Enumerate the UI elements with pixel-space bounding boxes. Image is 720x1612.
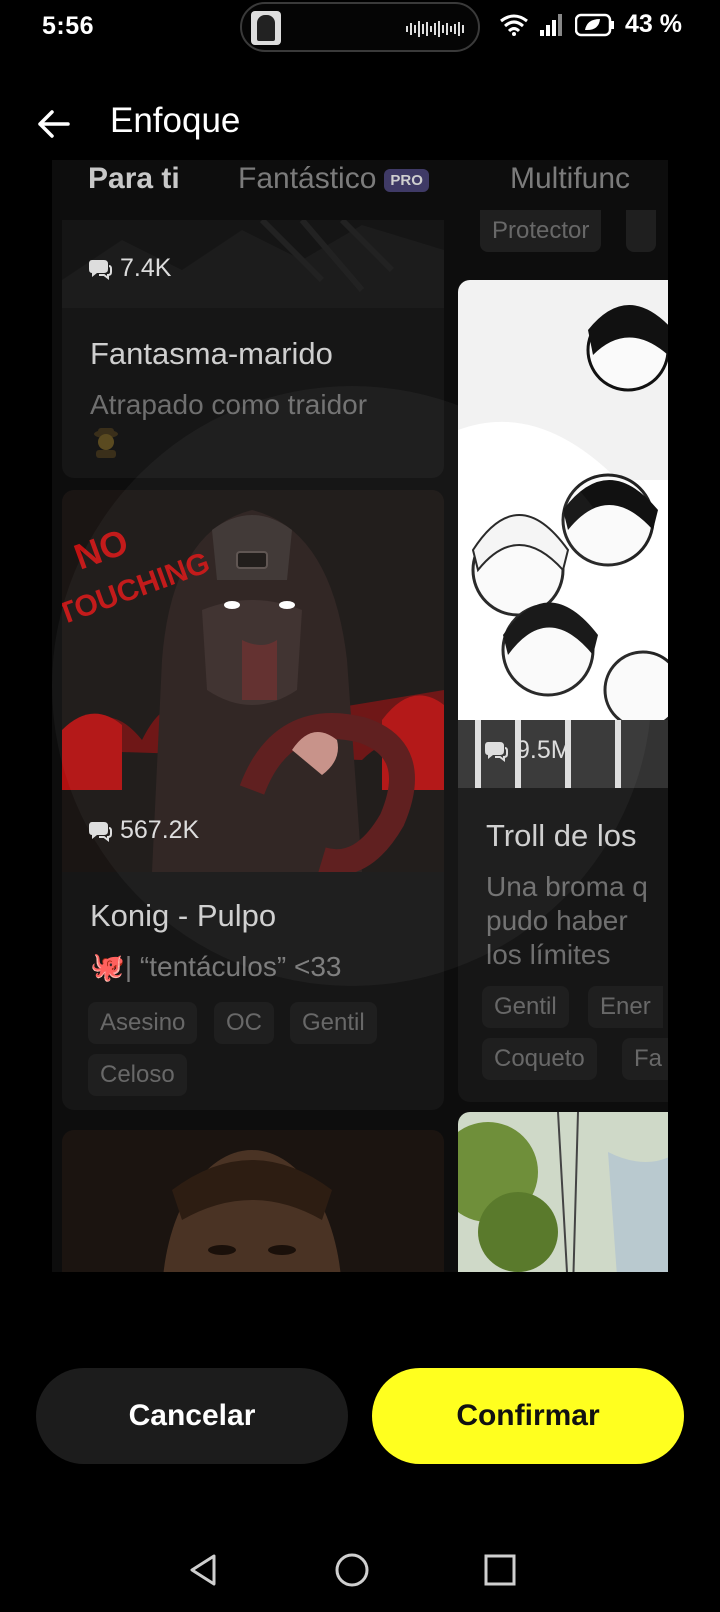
- tab-fantastico-label: Fantástico: [238, 162, 377, 195]
- card-title: Konig - Pulpo: [90, 898, 277, 933]
- chat-count-value: 567.2K: [120, 816, 200, 844]
- tag-chip: Protector: [480, 210, 602, 252]
- pro-badge: PRO: [384, 168, 429, 192]
- home-circle-icon[interactable]: [332, 1550, 372, 1590]
- character-card[interactable]: [458, 1112, 668, 1272]
- dynamic-island[interactable]: [240, 2, 480, 52]
- card-image: [62, 1130, 444, 1272]
- chat-count: 9.5M: [484, 736, 572, 765]
- status-bar: 5:56 43 %: [0, 0, 720, 56]
- tag-chip: Ener: [588, 986, 663, 1028]
- card-image: [458, 1112, 668, 1272]
- back-triangle-icon[interactable]: [184, 1550, 224, 1590]
- arrow-left-icon[interactable]: [34, 104, 74, 144]
- tag-chip: [626, 210, 656, 252]
- chat-count-value: 7.4K: [120, 254, 172, 282]
- character-card[interactable]: NO TOUCHING 567.2K Konig - Pulpo 🐙| “ten…: [62, 490, 444, 1110]
- chat-bubble-icon: [89, 821, 112, 842]
- confirm-button[interactable]: Confirmar: [372, 1368, 684, 1464]
- tag-chip: Fa: [622, 1038, 668, 1080]
- page-title: Enfoque: [110, 101, 241, 140]
- tab-multifunc[interactable]: Multifunc: [510, 162, 630, 196]
- card-subtitle-line: Una broma q: [486, 871, 648, 902]
- wifi-icon: [500, 14, 528, 36]
- island-avatar: [251, 11, 281, 45]
- status-time: 5:56: [42, 12, 95, 40]
- card-subtitle-line: los límites: [486, 939, 611, 970]
- card-title: Fantasma-marido: [90, 336, 333, 371]
- card-image: [458, 280, 668, 788]
- navigation-bar: [0, 1540, 720, 1600]
- audio-wave-icon: [406, 21, 464, 37]
- chat-bubble-icon: [89, 259, 112, 280]
- card-subtitle-line: pudo haber: [486, 905, 628, 936]
- tag-chip: Gentil: [290, 1002, 377, 1044]
- character-card[interactable]: 7.4K Fantasma-marido Atrapado como traid…: [62, 220, 444, 478]
- card-title: Troll de los: [486, 818, 637, 853]
- cancel-button[interactable]: Cancelar: [36, 1368, 348, 1464]
- battery-percent: 43 %: [625, 10, 682, 38]
- status-icons: 43 %: [499, 10, 682, 39]
- signal-icon: [540, 13, 563, 36]
- character-card[interactable]: 9.5M Troll de los Una broma q pudo haber…: [458, 280, 668, 1102]
- tag-chip: Asesino: [88, 1002, 198, 1044]
- chat-count: 567.2K: [88, 816, 199, 845]
- tab-fantastico[interactable]: Fantástico PRO: [238, 162, 429, 196]
- card-subtitle: Atrapado como traidor: [90, 389, 368, 420]
- card-subtitle: 🐙| “tentáculos” <33: [90, 951, 342, 982]
- tag-chip: Gentil: [482, 986, 569, 1028]
- chat-count-value: 9.5M: [516, 736, 572, 764]
- card-image: NO TOUCHING: [62, 490, 444, 872]
- tag-chip: OC: [214, 1002, 274, 1044]
- focus-preview: Para ti Fantástico PRO Multifunc 7.4K Fan…: [52, 160, 668, 1272]
- chat-count: 7.4K: [88, 254, 171, 283]
- character-card[interactable]: [62, 1130, 444, 1272]
- tag-chip: Coqueto: [482, 1038, 597, 1080]
- detective-emoji-icon: [94, 428, 118, 458]
- battery-saver-icon: [575, 13, 615, 36]
- chat-bubble-icon: [485, 741, 508, 762]
- tag-chip: Celoso: [88, 1054, 187, 1096]
- tab-para-ti[interactable]: Para ti: [88, 162, 180, 196]
- header: Enfoque: [0, 92, 720, 158]
- recents-square-icon[interactable]: [480, 1550, 520, 1590]
